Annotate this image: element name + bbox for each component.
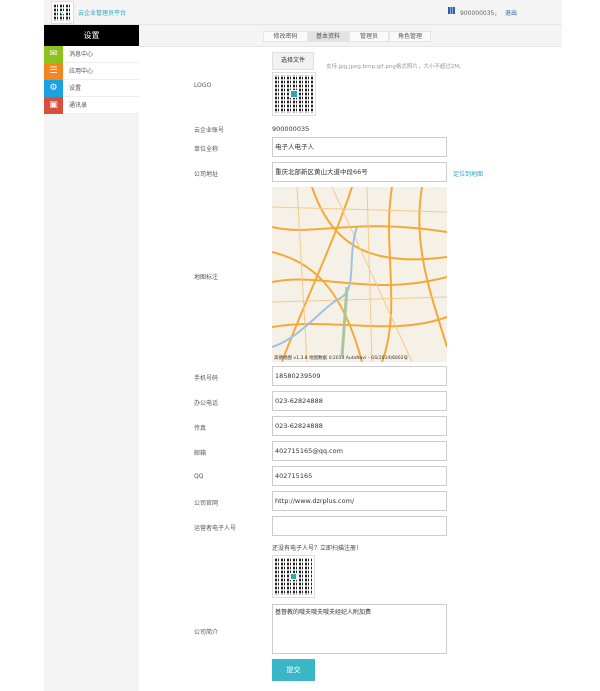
sidebar-title: 设置 (44, 25, 139, 46)
email-input[interactable]: 402715165@qq.com (272, 441, 447, 461)
file-hint: 支持.jpg,jpeg,bmp,gif,png格式照片，大小不超过2M。 (326, 64, 465, 70)
submit-button[interactable]: 提交 (272, 659, 315, 681)
office-phone-input[interactable]: 023-62824888 (272, 391, 447, 411)
tab-bar: 修改密码 基本资料 管理员 角色管理 (139, 25, 562, 47)
account-value: 900000035 (272, 125, 310, 133)
top-header: 云企业管理员平台 900000035， 退出 (44, 0, 562, 25)
map-attribution: 高德地图 v1.3.8 地图数据 ©2014 AutoNavi - GS(201… (274, 356, 409, 361)
sidebar-item-settings[interactable]: ⚙ 设置 (44, 80, 139, 97)
sidebar-item-contacts[interactable]: ▣ 通讯录 (44, 97, 139, 114)
sidebar-item-label: 应用中心 (69, 68, 94, 75)
operator-label: 运营者电子人号 (194, 525, 237, 532)
name-label: 单位全称 (194, 146, 219, 153)
register-hint: 还没有电子人号？立即扫描注册！ (272, 545, 363, 552)
tab-change-password[interactable]: 修改密码 (263, 31, 308, 42)
map-label: 地图标注 (194, 274, 219, 281)
mail-icon: ✉ (44, 46, 63, 63)
website-input[interactable]: http://www.dzrplus.com/ (272, 491, 447, 511)
sidebar-item-label: 设置 (69, 85, 82, 92)
logo-qr-icon (51, 1, 74, 24)
intro-label: 公司简介 (194, 629, 219, 636)
apps-grid-icon[interactable] (448, 7, 455, 14)
mobile-label: 手机号码 (194, 375, 219, 382)
sidebar: 设置 ✉ 消息中心 ☰ 应用中心 ⚙ 设置 ▣ 通讯录 (44, 25, 139, 691)
address-label: 公司地址 (194, 171, 219, 178)
logo-image (272, 72, 316, 116)
map[interactable]: 高德地图 v1.3.8 地图数据 ©2014 AutoNavi - GS(201… (272, 187, 447, 362)
office-phone-label: 办公电话 (194, 400, 219, 407)
tab-role-management[interactable]: 角色管理 (389, 31, 431, 42)
locate-on-map-link[interactable]: 定位到地图 (453, 169, 483, 178)
list-icon: ☰ (44, 63, 63, 80)
sidebar-item-apps[interactable]: ☰ 应用中心 (44, 63, 139, 80)
tab-basic-info[interactable]: 基本资料 (307, 31, 349, 42)
operator-input[interactable] (272, 516, 447, 536)
account-label: 云企业账号 (194, 127, 225, 134)
sidebar-item-label: 消息中心 (69, 51, 94, 58)
logout-link[interactable]: 退出 (505, 8, 517, 17)
website-label: 公司官网 (194, 500, 219, 507)
choose-file-button[interactable]: 选择文件 (272, 52, 314, 70)
contacts-icon: ▣ (44, 97, 63, 114)
qq-label: QQ (194, 473, 204, 480)
qq-input[interactable]: 402715165 (272, 466, 447, 486)
email-label: 邮箱 (194, 450, 207, 457)
fax-label: 传真 (194, 425, 207, 432)
fax-input[interactable]: 023-62824888 (272, 416, 447, 436)
company-name-input[interactable]: 电子人电子人 (272, 137, 447, 157)
logo-label: LOGO (194, 82, 212, 89)
platform-title[interactable]: 云企业管理员平台 (78, 8, 126, 17)
sidebar-item-label: 通讯录 (69, 102, 88, 109)
account-id: 900000035， (460, 10, 501, 17)
tab-admins[interactable]: 管理员 (349, 31, 389, 42)
intro-textarea[interactable]: 基督教的哦夫哦夫哦夫经纪人附加费 (272, 604, 447, 654)
gear-icon: ⚙ (44, 80, 63, 97)
mobile-input[interactable]: 18580239509 (272, 366, 447, 386)
sidebar-item-messages[interactable]: ✉ 消息中心 (44, 46, 139, 63)
register-qr-code (272, 555, 315, 598)
address-input[interactable]: 重庆北部新区黄山大道中段66号 (272, 162, 447, 182)
map-roads (272, 187, 447, 362)
